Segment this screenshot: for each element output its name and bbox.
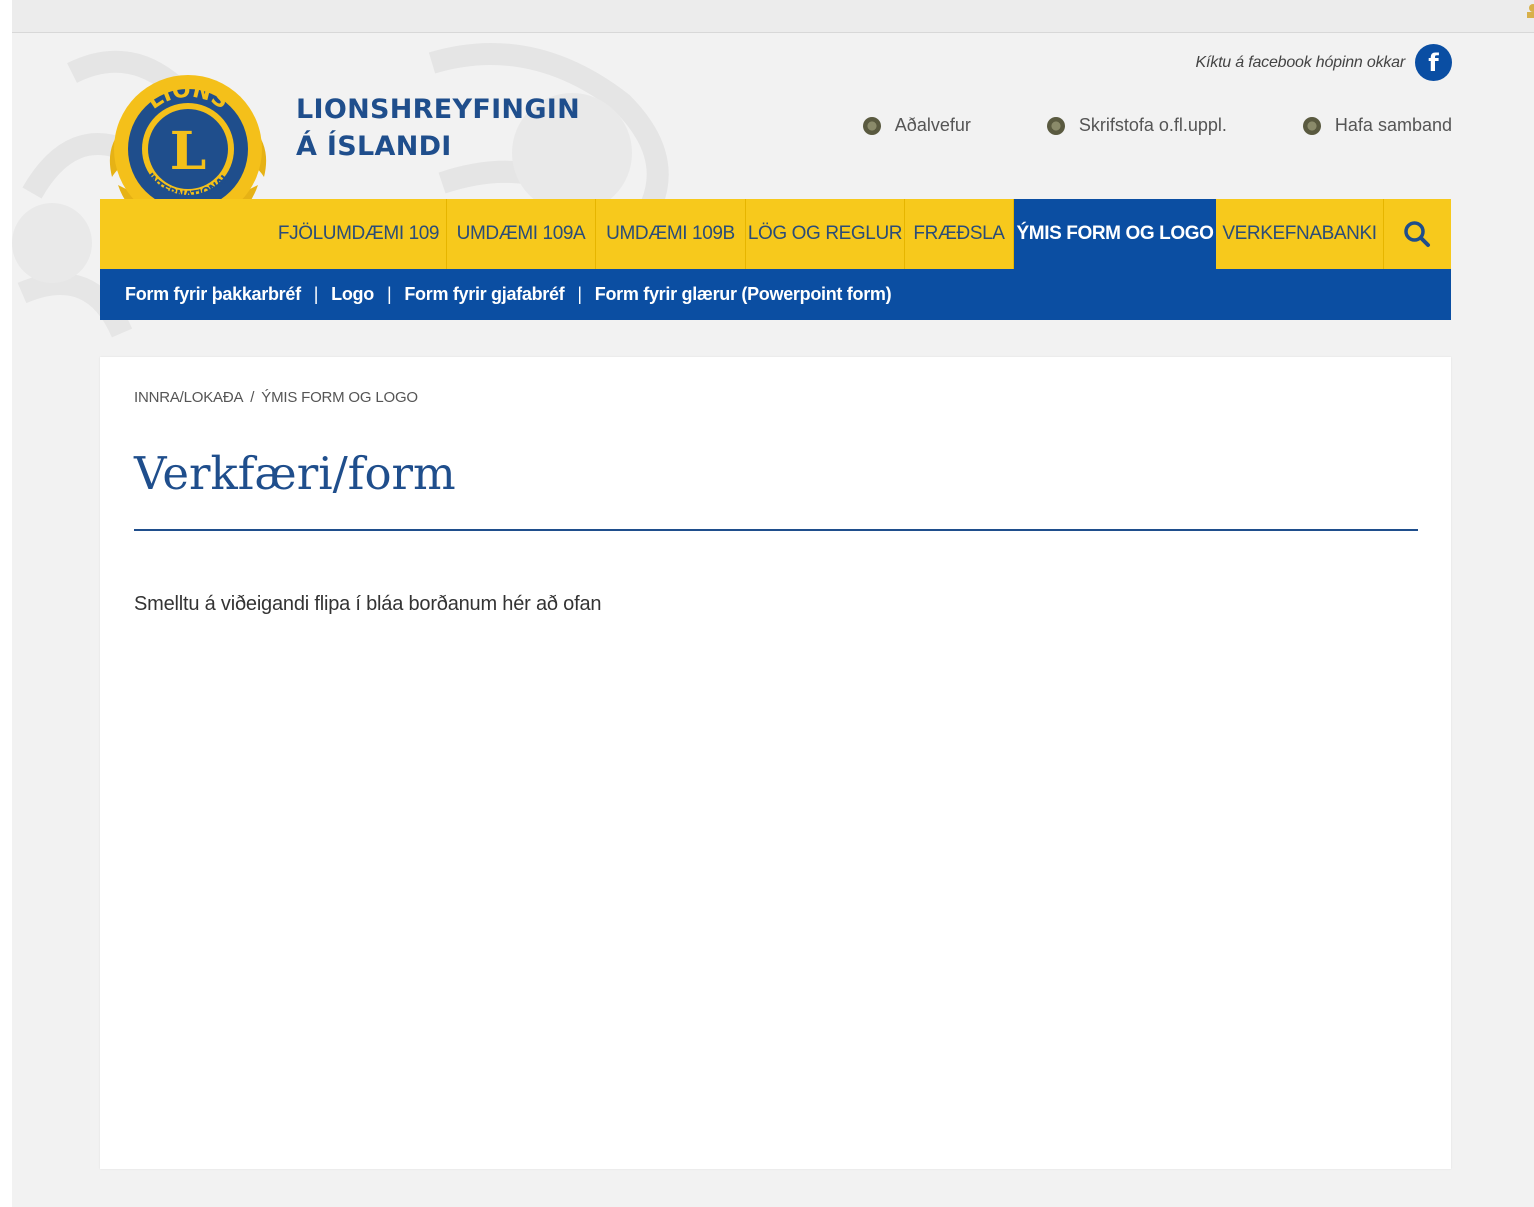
svg-text:L: L bbox=[170, 121, 207, 182]
facebook-icon[interactable]: f bbox=[1415, 44, 1452, 81]
top-link-skrifstofa[interactable]: Skrifstofa o.fl.uppl. bbox=[1046, 115, 1227, 136]
subnav-separator: | bbox=[577, 284, 582, 304]
nav-item-umdaemi-109a[interactable]: UMDÆMI 109A bbox=[447, 199, 596, 269]
breadcrumb-item-current: ÝMIS FORM OG LOGO bbox=[261, 389, 418, 406]
content-card: INNRA/LOKAÐA / ÝMIS FORM OG LOGO Verkfæri/… bbox=[100, 357, 1451, 1169]
browser-top-strip bbox=[12, 0, 1534, 33]
corner-icon bbox=[1527, 4, 1534, 18]
main-nav-items: FJÖLUMDÆMI 109 UMDÆMI 109A UMDÆMI 109B L… bbox=[271, 199, 1384, 269]
lions-bullet-icon bbox=[1302, 116, 1321, 135]
lions-bullet-icon bbox=[1046, 116, 1065, 135]
nav-item-log-og-reglur[interactable]: LÖG OG REGLUR bbox=[746, 199, 905, 269]
nav-item-ymis-form-og-logo[interactable]: ÝMIS FORM OG LOGO bbox=[1014, 199, 1216, 269]
search-button[interactable] bbox=[1383, 199, 1451, 269]
facebook-text: Kíktu á facebook hópinn okkar bbox=[1195, 53, 1406, 71]
page: L LIONS INTERNATIONAL LIONSHREYFINGIN Á … bbox=[12, 33, 1534, 1207]
nav-item-fraedsla[interactable]: FRÆÐSLA bbox=[905, 199, 1014, 269]
breadcrumb-separator: / bbox=[250, 389, 255, 406]
title-divider bbox=[134, 529, 1418, 531]
top-links: Aðalvefur Skrifstofa o.fl.uppl. Hafa sam… bbox=[862, 115, 1452, 136]
top-link-label: Hafa samband bbox=[1334, 115, 1452, 135]
top-link-adalvefur[interactable]: Aðalvefur bbox=[862, 115, 971, 136]
nav-item-umdaemi-109b[interactable]: UMDÆMI 109B bbox=[596, 199, 746, 269]
breadcrumb: INNRA/LOKAÐA / ÝMIS FORM OG LOGO bbox=[134, 389, 418, 406]
breadcrumb-item-innra[interactable]: INNRA/LOKAÐA bbox=[134, 389, 243, 406]
subnav-link-thakkarbref[interactable]: Form fyrir þakkarbréf bbox=[125, 284, 301, 305]
main-nav: FJÖLUMDÆMI 109 UMDÆMI 109A UMDÆMI 109B L… bbox=[100, 199, 1451, 269]
nav-item-fjolumdaemi-109[interactable]: FJÖLUMDÆMI 109 bbox=[271, 199, 447, 269]
subnav-link-glaerur[interactable]: Form fyrir glærur (Powerpoint form) bbox=[595, 284, 892, 305]
site-name-line1: LIONSHREYFINGIN bbox=[296, 94, 581, 125]
subnav-separator: | bbox=[313, 284, 319, 304]
lions-bullet-icon bbox=[862, 116, 881, 135]
facebook-link[interactable]: Kíktu á facebook hópinn okkar f bbox=[1196, 44, 1452, 81]
body-text: Smelltu á viðeigandi flipa í bláa borðan… bbox=[134, 593, 602, 615]
subnav-separator: | bbox=[386, 284, 392, 304]
search-icon bbox=[1404, 221, 1430, 247]
top-link-label: Aðalvefur bbox=[894, 115, 971, 135]
top-link-hafa-samband[interactable]: Hafa samband bbox=[1302, 115, 1452, 136]
page-title: Verkfæri/form bbox=[134, 447, 456, 500]
site-name-line2: Á ÍSLANDI bbox=[296, 131, 452, 162]
site-name[interactable]: LIONSHREYFINGIN Á ÍSLANDI bbox=[296, 91, 580, 165]
top-link-label: Skrifstofa o.fl.uppl. bbox=[1078, 115, 1227, 135]
subnav-link-gjafabref[interactable]: Form fyrir gjafabréf bbox=[404, 284, 564, 305]
nav-item-verkefnabanki[interactable]: VERKEFNABANKI bbox=[1216, 199, 1384, 269]
sub-nav: Form fyrir þakkarbréf | Logo | Form fyri… bbox=[100, 269, 1451, 320]
subnav-link-logo[interactable]: Logo bbox=[331, 284, 374, 305]
